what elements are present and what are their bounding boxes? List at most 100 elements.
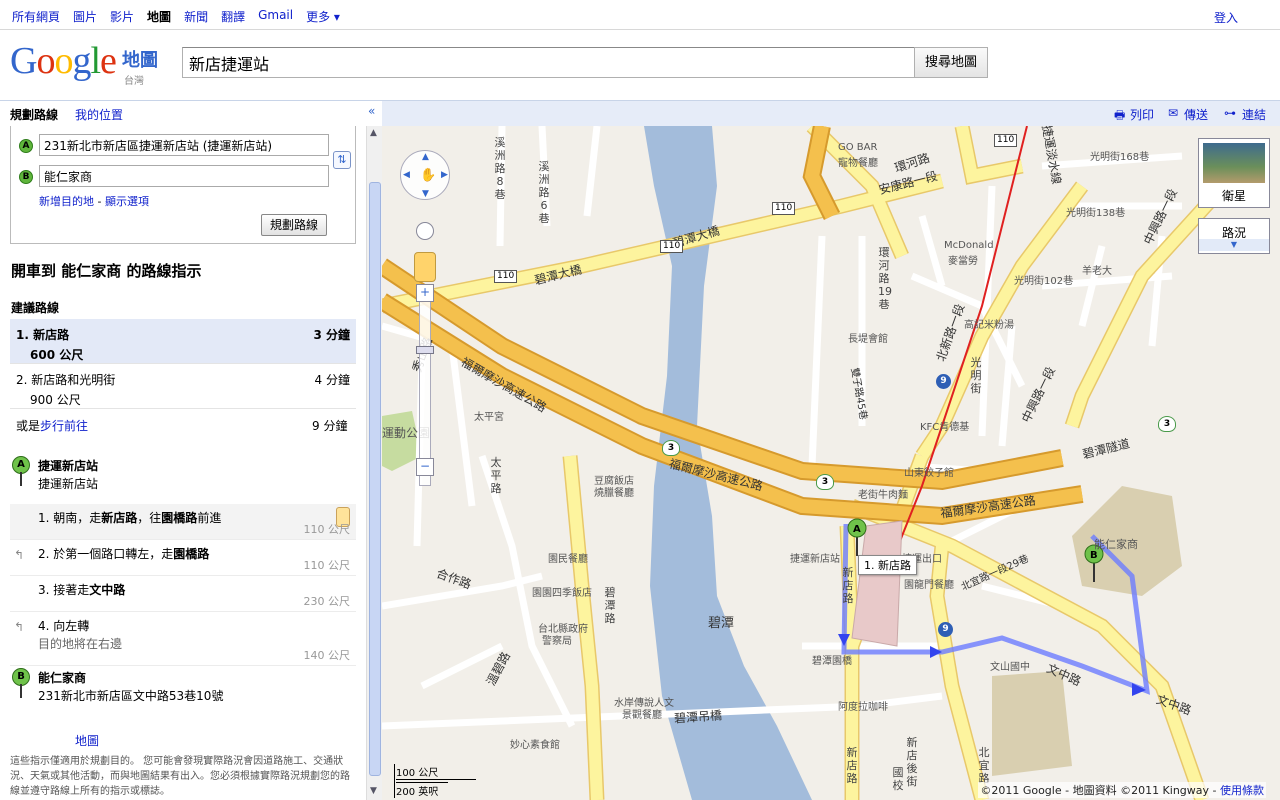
road-label: 新店後街 bbox=[906, 736, 918, 788]
school-label[interactable]: 文山國中 bbox=[990, 658, 1030, 673]
satellite-view-button[interactable]: 衛星 bbox=[1198, 138, 1270, 208]
scale-feet: 200 英呎 bbox=[396, 782, 448, 798]
poi-label[interactable]: 景觀餐廳 bbox=[622, 706, 662, 721]
origin-input[interactable] bbox=[39, 134, 329, 156]
print-link[interactable]: 列印 bbox=[1130, 106, 1154, 123]
search-input[interactable] bbox=[182, 47, 915, 78]
link-icon[interactable]: ⊶ bbox=[1224, 106, 1236, 120]
pan-up-icon[interactable]: ▲ bbox=[422, 152, 429, 162]
pan-control[interactable]: ▲ ▼ ◀ ▶ ✋ bbox=[400, 150, 450, 200]
nav-news[interactable]: 新聞 bbox=[184, 8, 208, 25]
step-1[interactable]: 1. 朝南，走新店路，往園橋路前進 110 公尺 bbox=[10, 504, 356, 540]
road-label: 光明街168巷 bbox=[1090, 152, 1150, 163]
print-icon[interactable]: 🖶 bbox=[1114, 106, 1125, 127]
poi-label[interactable]: 山東餃子館 bbox=[904, 464, 954, 479]
road-label: 新店路 bbox=[846, 746, 858, 785]
poi-label[interactable]: 燒臘餐廳 bbox=[594, 484, 634, 499]
poi-label[interactable]: 長堤會館 bbox=[848, 330, 888, 345]
scrollbar-thumb[interactable] bbox=[369, 182, 381, 776]
step-3[interactable]: 3. 接著走文中路 230 公尺 bbox=[10, 576, 356, 612]
poi-label[interactable]: 阿度拉咖啡 bbox=[838, 698, 888, 713]
login-link[interactable]: 登入 bbox=[1214, 9, 1238, 26]
step-2[interactable]: ↰ 2. 於第一個路口轉左，走園橋路 110 公尺 bbox=[10, 540, 356, 576]
poi-label[interactable]: 太平宮 bbox=[474, 408, 504, 423]
satellite-label: 衛星 bbox=[1221, 189, 1246, 203]
terms-link[interactable]: 使用條款 bbox=[1220, 784, 1264, 797]
poi-label[interactable]: 園龍門餐廳 bbox=[904, 576, 954, 591]
nav-images[interactable]: 圖片 bbox=[73, 8, 97, 25]
walk-link[interactable]: 步行前往 bbox=[40, 419, 88, 433]
nav-videos[interactable]: 影片 bbox=[110, 8, 134, 25]
step-4[interactable]: ↰ 4. 向左轉 目的地將在右邊 140 公尺 bbox=[10, 612, 356, 666]
tab-directions[interactable]: 規劃路線 bbox=[10, 106, 58, 123]
route-distance: 900 公尺 bbox=[30, 393, 81, 407]
poi-label[interactable]: McDonald bbox=[944, 240, 994, 251]
zoom-slider[interactable] bbox=[419, 286, 431, 486]
marker-a-icon: A bbox=[19, 139, 33, 153]
tab-my-location[interactable]: 我的位置 bbox=[75, 106, 123, 123]
route-step-callout[interactable]: 1. 新店路 bbox=[858, 555, 917, 575]
sidebar-header: 規劃路線 我的位置 bbox=[0, 100, 382, 126]
route-name: 1. 新店路 bbox=[16, 328, 70, 342]
poi-label[interactable]: 警察局 bbox=[542, 632, 572, 647]
route-option-2[interactable]: 2. 新店路和光明街 900 公尺 4 分鐘 bbox=[10, 364, 356, 409]
search-maps-button[interactable]: 搜尋地圖 bbox=[914, 47, 988, 78]
destination-input[interactable] bbox=[39, 165, 329, 187]
pan-down-icon[interactable]: ▼ bbox=[422, 189, 429, 199]
poi-label[interactable]: 老街牛肉麵 bbox=[858, 486, 908, 501]
zoom-out-icon[interactable]: − bbox=[416, 458, 434, 476]
pan-left-icon[interactable]: ◀ bbox=[403, 170, 410, 180]
poi-label[interactable]: 妙心素食館 bbox=[510, 736, 560, 751]
swap-waypoints-icon[interactable]: ⇅ bbox=[333, 151, 351, 169]
pegman-icon[interactable] bbox=[414, 252, 436, 282]
step-distance: 230 公尺 bbox=[303, 595, 351, 608]
directions-panel: A B ⇅ 新增目的地 - 顯示選項 規劃路線 開車到 能仁家商 的路線指示 建… bbox=[0, 126, 366, 800]
route-distance: 600 公尺 bbox=[30, 348, 84, 362]
my-location-icon[interactable] bbox=[416, 222, 434, 240]
disclaimer-text: 這些指示僅適用於規劃目的。 您可能會發現實際路況會因道路施工、交通狀況、天氣或其… bbox=[10, 756, 350, 797]
nav-translate[interactable]: 翻譯 bbox=[221, 8, 245, 25]
map-toolbar: 🖶 列印 ✉ 傳送 ⊶ 連結 bbox=[382, 100, 1280, 126]
google-logo[interactable]: Google bbox=[10, 42, 117, 80]
poi-label[interactable]: 高記米粉湯 bbox=[964, 316, 1014, 331]
poi-label[interactable]: 園園四季飯店 bbox=[532, 584, 592, 599]
end-address: 231新北市新店區文中路53巷10號 bbox=[38, 689, 224, 703]
poi-label[interactable]: 碧潭園橋 bbox=[812, 652, 852, 667]
suggested-routes-heading: 建議路線 bbox=[11, 301, 60, 315]
destination-label[interactable]: 能仁家商 bbox=[1094, 536, 1138, 552]
station-label[interactable]: 捷運新店站 bbox=[790, 550, 840, 565]
walk-time: 9 分鐘 bbox=[312, 419, 348, 433]
chevron-down-icon[interactable]: ▼ bbox=[1199, 239, 1269, 251]
poi-label[interactable]: 羊老大 bbox=[1082, 262, 1112, 277]
send-link[interactable]: 傳送 bbox=[1184, 106, 1208, 123]
map-canvas[interactable]: A B GO BAR 寵物餐廳 環河路 安康路一段 捷運淡水線 光明街168巷 … bbox=[382, 126, 1280, 800]
poi-label[interactable]: 園民餐廳 bbox=[548, 550, 588, 565]
plan-route-button[interactable]: 規劃路線 bbox=[261, 214, 327, 236]
zoom-in-icon[interactable]: + bbox=[416, 284, 434, 302]
nav-more[interactable]: 更多 ▾ bbox=[306, 8, 340, 25]
footer-map-link[interactable]: 地圖 bbox=[75, 732, 99, 749]
pan-right-icon[interactable]: ▶ bbox=[441, 170, 448, 180]
poi-label[interactable]: GO BAR bbox=[838, 142, 877, 153]
poi-label[interactable]: 麥當勞 bbox=[948, 252, 978, 267]
scroll-down-icon[interactable]: ▼ bbox=[370, 786, 377, 796]
add-destination-link[interactable]: 新增目的地 bbox=[39, 195, 94, 208]
poi-label[interactable]: 寵物餐廳 bbox=[838, 154, 878, 169]
collapse-sidebar-button[interactable]: « bbox=[368, 104, 375, 118]
scroll-up-icon[interactable]: ▲ bbox=[370, 128, 377, 138]
zoom-slider-knob[interactable] bbox=[416, 346, 434, 354]
link-link[interactable]: 連結 bbox=[1242, 106, 1266, 123]
show-options-link[interactable]: 顯示選項 bbox=[105, 195, 149, 208]
traffic-button[interactable]: 路況 ▼ bbox=[1198, 218, 1270, 254]
nav-web[interactable]: 所有網頁 bbox=[12, 8, 60, 25]
route-option-1[interactable]: 1. 新店路 600 公尺 3 分鐘 bbox=[10, 319, 356, 364]
poi-label[interactable]: KFC肯德基 bbox=[920, 418, 969, 433]
road-label: 光明街102巷 bbox=[1014, 276, 1074, 287]
nav-maps[interactable]: 地圖 bbox=[147, 8, 171, 25]
start-desc: 捷運新店站 bbox=[38, 477, 99, 491]
nav-gmail[interactable]: Gmail bbox=[258, 8, 293, 25]
sidebar-scrollbar[interactable]: ▲ ▼ bbox=[366, 126, 382, 800]
road-label: 碧潭路 bbox=[604, 586, 616, 625]
step-text: 2. 於第一個路口轉左，走園橋路 bbox=[38, 547, 210, 561]
mail-icon[interactable]: ✉ bbox=[1168, 106, 1178, 120]
